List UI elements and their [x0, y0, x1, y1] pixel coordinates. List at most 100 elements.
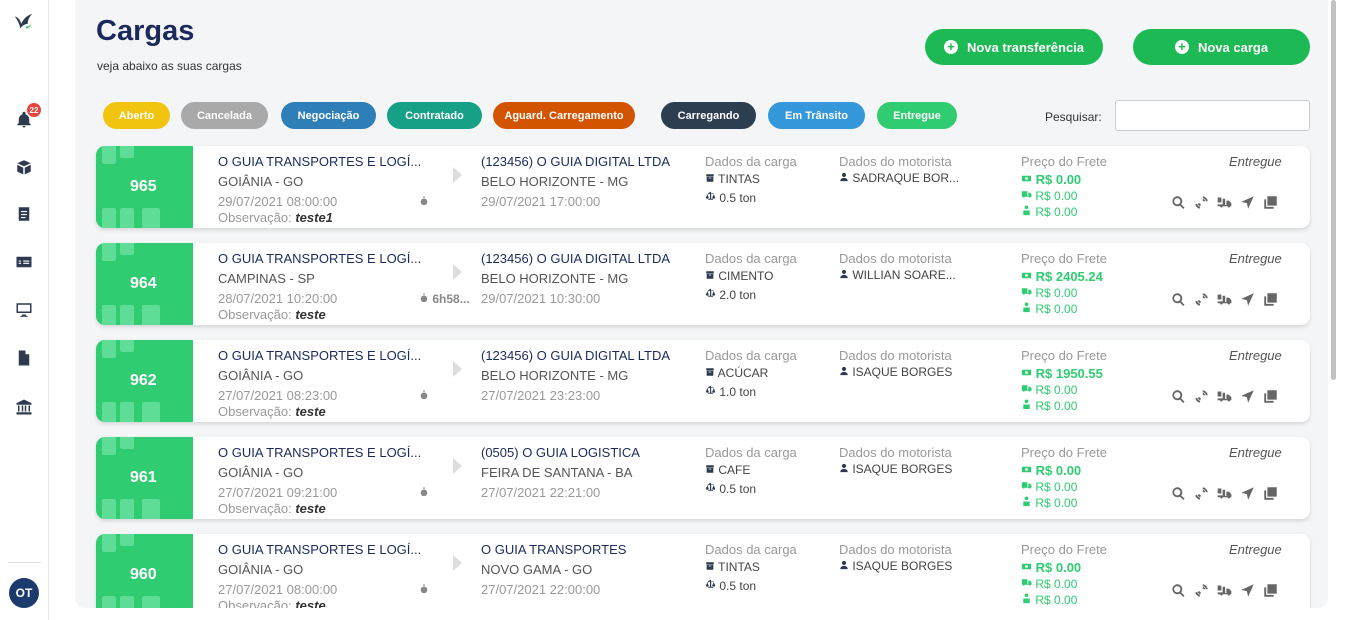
card-actions — [1170, 388, 1278, 404]
search-icon[interactable] — [1170, 194, 1186, 210]
cargo-card[interactable]: 962 O GUIA TRANSPORTES E LOGÍ... GOIÂNIA… — [96, 340, 1310, 422]
truck-icon — [1021, 286, 1032, 300]
truck-loading-icon[interactable] — [1216, 388, 1232, 404]
bell-icon[interactable]: 22 — [12, 102, 42, 132]
filter-3[interactable]: Contratado — [387, 102, 482, 129]
search-input[interactable] — [1115, 100, 1310, 131]
logo-bird-icon[interactable] — [12, 10, 36, 34]
destination-date: 29/07/2021 17:00:00 — [481, 194, 601, 209]
box-decoration — [120, 499, 134, 519]
copy-icon[interactable] — [1262, 388, 1278, 404]
timer — [419, 195, 429, 209]
location-arrow-icon[interactable] — [1239, 291, 1255, 307]
cargo-card[interactable]: 964 O GUIA TRANSPORTES E LOGÍ... CAMPINA… — [96, 243, 1310, 325]
page-subtitle: veja abaixo as suas cargas — [97, 59, 242, 73]
observation-value: teste — [295, 404, 326, 419]
timer — [419, 389, 429, 403]
search-icon[interactable] — [1170, 388, 1186, 404]
location-arrow-icon[interactable] — [1239, 582, 1255, 598]
new-transfer-label: Nova transferência — [966, 39, 1085, 55]
filter-2[interactable]: Negociação — [281, 102, 376, 129]
box-decoration — [102, 340, 116, 358]
filter-6[interactable]: Em Trânsito — [768, 102, 865, 129]
route-arrow-icon — [453, 167, 462, 183]
observation-value: teste1 — [295, 210, 333, 225]
driver-name-value: ISAQUE BORGES — [852, 559, 953, 573]
box-icon[interactable] — [12, 155, 36, 179]
scrollbar[interactable] — [1330, 0, 1338, 608]
cargo-card[interactable]: 965 O GUIA TRANSPORTES E LOGÍ... GOIÂNIA… — [96, 146, 1310, 228]
truck-loading-icon[interactable] — [1216, 291, 1232, 307]
cargo-type-value: TINTAS — [718, 172, 760, 186]
freight-price-value: R$ 0.00 — [1035, 463, 1082, 478]
copy-icon[interactable] — [1262, 291, 1278, 307]
person-price-value: R$ 0.00 — [1035, 205, 1078, 219]
person-price: R$ 0.00 — [1021, 593, 1077, 607]
observation-value: teste — [295, 501, 326, 516]
truck-loading-icon[interactable] — [1216, 194, 1232, 210]
box-decoration — [102, 402, 116, 422]
card-actions — [1170, 582, 1278, 598]
filter-0[interactable]: Aberto — [103, 102, 170, 129]
person-icon — [1021, 496, 1032, 510]
money-icon — [1021, 269, 1032, 284]
copy-icon[interactable] — [1262, 582, 1278, 598]
destination-company: (123456) O GUIA DIGITAL LTDA — [481, 251, 671, 266]
clipboard-icon[interactable] — [12, 202, 36, 226]
box-icon — [705, 463, 715, 477]
search-icon[interactable] — [1170, 291, 1186, 307]
destination-company: (123456) O GUIA DIGITAL LTDA — [481, 348, 671, 363]
timer — [419, 486, 429, 500]
document-icon[interactable] — [12, 346, 36, 370]
origin-company: O GUIA TRANSPORTES E LOGÍ... — [218, 445, 422, 460]
observation-value: teste — [295, 307, 326, 322]
tracking-icon[interactable] — [1193, 291, 1209, 307]
filter-1[interactable]: Cancelada — [181, 102, 268, 129]
monitor-icon[interactable] — [12, 298, 36, 322]
cargo-type: TINTAS — [705, 172, 760, 186]
cargo-weight-value: 0.5 ton — [719, 482, 757, 496]
driver-name: ISAQUE BORGES — [839, 462, 952, 476]
box-decoration — [120, 534, 134, 546]
copy-icon[interactable] — [1262, 485, 1278, 501]
truck-icon — [1021, 383, 1032, 397]
truck-loading-icon[interactable] — [1216, 485, 1232, 501]
new-transfer-button[interactable]: + Nova transferência — [925, 29, 1103, 65]
cargo-card[interactable]: 961 O GUIA TRANSPORTES E LOGÍ... GOIÂNIA… — [96, 437, 1310, 519]
truck-loading-icon[interactable] — [1216, 582, 1232, 598]
filter-5[interactable]: Carregando — [661, 102, 756, 129]
search-icon[interactable] — [1170, 582, 1186, 598]
location-arrow-icon[interactable] — [1239, 388, 1255, 404]
cargo-type: TINTAS — [705, 560, 760, 574]
person-price: R$ 0.00 — [1021, 205, 1077, 219]
new-cargo-button[interactable]: + Nova carga — [1133, 29, 1310, 65]
search-icon[interactable] — [1170, 485, 1186, 501]
money-icon[interactable] — [12, 250, 36, 274]
origin-company: O GUIA TRANSPORTES E LOGÍ... — [218, 542, 422, 557]
observation: Observação: teste — [218, 307, 326, 322]
copy-icon[interactable] — [1262, 194, 1278, 210]
card-actions — [1170, 291, 1278, 307]
truck-price: R$ 0.00 — [1021, 286, 1077, 300]
box-icon — [705, 366, 715, 380]
scrollbar-thumb[interactable] — [1331, 0, 1336, 380]
tracking-icon[interactable] — [1193, 582, 1209, 598]
observation-label: Observação: — [218, 307, 292, 322]
bank-icon[interactable] — [12, 395, 36, 419]
location-arrow-icon[interactable] — [1239, 485, 1255, 501]
driver-name-value: SADRAQUE BOR... — [852, 171, 960, 185]
box-decoration — [102, 596, 116, 608]
tracking-icon[interactable] — [1193, 194, 1209, 210]
tracking-icon[interactable] — [1193, 485, 1209, 501]
cargo-card[interactable]: 960 O GUIA TRANSPORTES E LOGÍ... GOIÂNIA… — [96, 534, 1310, 608]
cargo-id-box: 964 — [96, 243, 193, 325]
tracking-icon[interactable] — [1193, 388, 1209, 404]
avatar[interactable]: OT — [9, 578, 39, 608]
box-decoration — [120, 243, 134, 255]
filter-4[interactable]: Aguard. Carregamento — [493, 102, 635, 129]
location-arrow-icon[interactable] — [1239, 194, 1255, 210]
driver-name-value: ISAQUE BORGES — [852, 365, 953, 379]
user-icon — [839, 365, 849, 379]
card-actions — [1170, 194, 1278, 210]
filter-7[interactable]: Entregue — [877, 102, 957, 129]
